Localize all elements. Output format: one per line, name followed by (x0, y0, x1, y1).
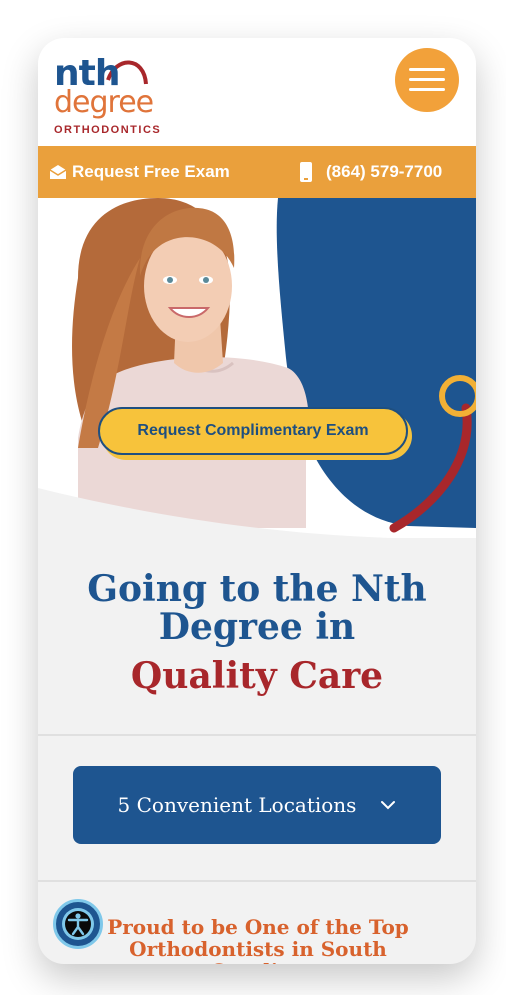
hero-section: Request Complimentary Exam (38, 198, 476, 538)
accessibility-icon (62, 908, 94, 940)
phone-number: (864) 579-7700 (326, 162, 443, 181)
locations-dropdown-button[interactable]: 5 Convenient Locations (73, 766, 441, 844)
headline-line-2: Degree in (158, 606, 356, 648)
headline-line-3: Quality Care (130, 655, 384, 697)
locations-label: 5 Convenient Locations (117, 793, 357, 817)
hamburger-line (409, 78, 445, 81)
proud-heading: Proud to be One of the Top Orthodontists… (78, 916, 438, 964)
menu-button[interactable] (395, 48, 459, 112)
mobile-phone-icon (300, 162, 312, 182)
section-divider (38, 880, 476, 882)
request-exam-label: Request Free Exam (72, 162, 230, 181)
proud-line-1: Proud to be One of the Top (107, 915, 409, 939)
envelope-open-icon (49, 165, 67, 179)
contact-bar: Request Free Exam (864) 579-7700 (38, 146, 476, 198)
phone-frame: nth degree ORTHODONTICS Request Free Exa… (38, 38, 476, 964)
section-divider (38, 734, 476, 736)
chevron-down-icon (381, 801, 396, 810)
accessibility-button[interactable] (53, 899, 103, 949)
site-header: nth degree ORTHODONTICS (38, 38, 476, 146)
phone-link[interactable]: (864) 579-7700 (300, 146, 442, 198)
hamburger-line (409, 68, 445, 71)
request-complimentary-exam-button[interactable]: Request Complimentary Exam (98, 407, 408, 455)
logo-orthodontics-text: ORTHODONTICS (54, 124, 162, 136)
proud-line-2: Orthodontists in South Carolina (129, 937, 387, 964)
headline: Going to the Nth Degree in Quality Care (38, 570, 476, 700)
site-logo[interactable]: nth degree ORTHODONTICS (50, 54, 180, 140)
headline-line-1: Going to the Nth (87, 568, 427, 610)
hero-image (38, 198, 476, 538)
hamburger-line (409, 88, 445, 91)
logo-degree-text: degree (54, 85, 154, 120)
request-exam-link[interactable]: Request Free Exam (49, 146, 230, 198)
